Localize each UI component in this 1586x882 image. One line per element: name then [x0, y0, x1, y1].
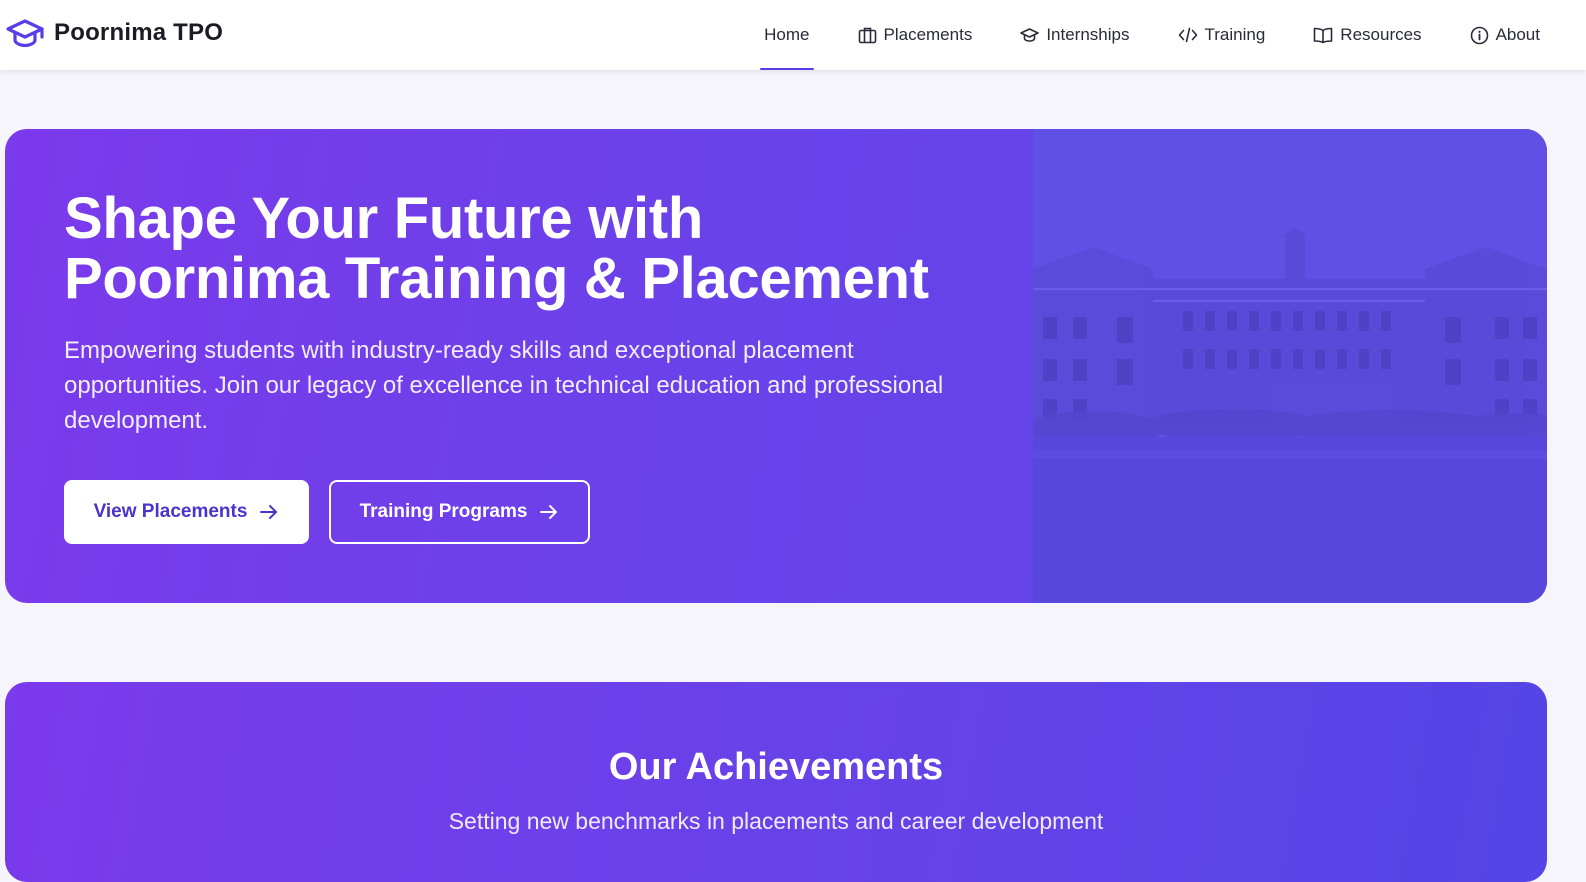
nav-item-label: About: [1495, 25, 1540, 44]
achievements-subtitle: Setting new benchmarks in placements and…: [448, 808, 1104, 834]
info-icon: [1470, 26, 1489, 45]
hero-section: Shape Your Future with Poornima Training…: [5, 129, 1547, 603]
nav-item-home[interactable]: Home: [740, 0, 833, 70]
code-icon: [1178, 27, 1198, 43]
nav-item-training[interactable]: Training: [1154, 0, 1290, 70]
book-open-icon: [1313, 27, 1333, 44]
nav-item-about[interactable]: About: [1446, 0, 1564, 70]
nav-item-label: Home: [764, 25, 810, 44]
arrow-right-icon: [259, 503, 279, 521]
arrow-right-icon: [539, 503, 559, 521]
hero-subtitle: Empowering students with industry-ready …: [64, 337, 944, 434]
nav-item-label: Training: [1204, 25, 1266, 44]
campus-building-image: [1033, 129, 1547, 603]
top-navbar: Poornima TPO Home Placements Internships…: [0, 0, 1586, 70]
nav-item-placements[interactable]: Placements: [834, 0, 997, 70]
nav-item-label: Resources: [1340, 25, 1422, 44]
hero-buttons: View Placements Training Programs: [64, 480, 590, 544]
button-label: View Placements: [93, 501, 248, 522]
briefcase-icon: [858, 26, 877, 44]
hero-content: Shape Your Future with Poornima Training…: [64, 189, 1004, 438]
achievements-section: Our Achievements Setting new benchmarks …: [5, 682, 1547, 882]
nav-item-resources[interactable]: Resources: [1289, 0, 1445, 70]
achievements-title: Our Achievements: [608, 746, 944, 788]
hero-title-line-2: Poornima Training & Placement: [64, 246, 929, 311]
main-nav: Home Placements Internships Training Res…: [740, 0, 1564, 70]
nav-item-label: Placements: [883, 25, 973, 44]
nav-item-label: Internships: [1046, 25, 1130, 44]
button-label: Training Programs: [359, 501, 528, 522]
view-placements-button[interactable]: View Placements: [64, 480, 309, 544]
brand-logo[interactable]: Poornima TPO: [6, 14, 223, 52]
hero-title-line-1: Shape Your Future with: [64, 186, 703, 251]
graduation-cap-icon: [1020, 27, 1040, 43]
brand-name: Poornima TPO: [54, 19, 224, 46]
training-programs-button[interactable]: Training Programs: [329, 480, 590, 544]
nav-item-internships[interactable]: Internships: [996, 0, 1153, 70]
graduation-cap-icon: [6, 18, 44, 48]
hero-title: Shape Your Future with Poornima Training…: [64, 189, 1004, 309]
